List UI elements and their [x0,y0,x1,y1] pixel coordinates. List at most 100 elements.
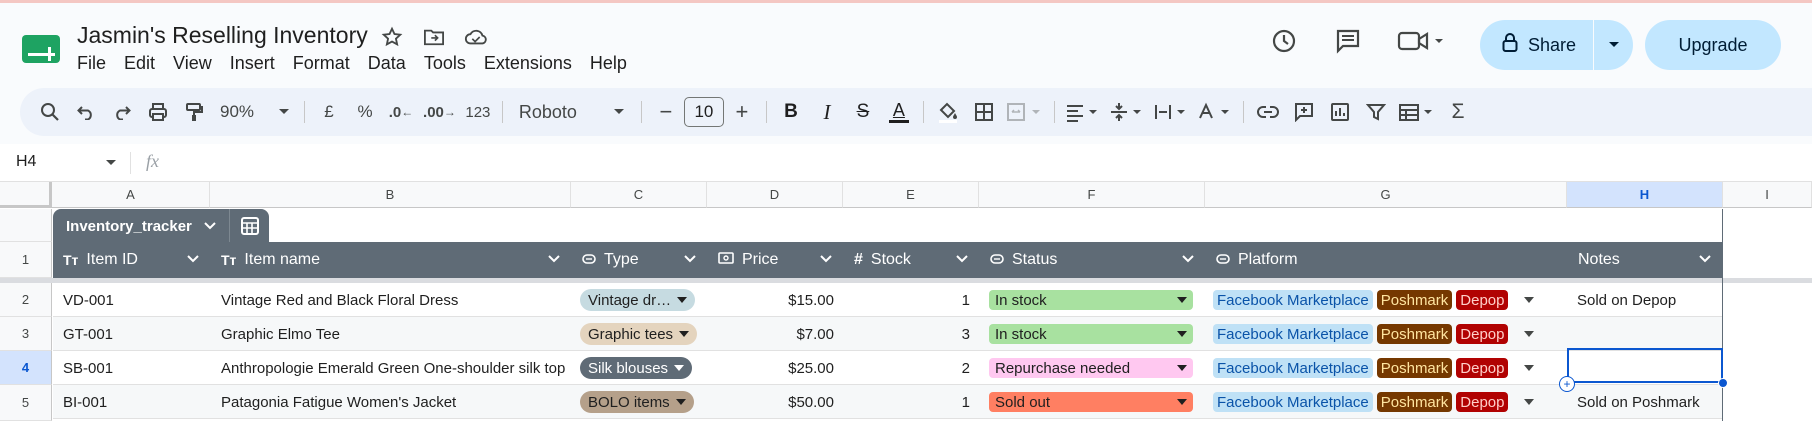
status-cell[interactable]: In stock [989,283,1193,317]
platform-chip-poshmark[interactable]: Poshmark [1376,324,1453,344]
name-box[interactable]: H4 [16,153,36,171]
comments-icon[interactable] [1332,25,1364,57]
print-icon[interactable] [140,94,176,130]
type-cell[interactable]: BOLO items [580,385,694,419]
functions-button[interactable]: Σ [1440,94,1476,130]
insert-link-icon[interactable] [1250,94,1286,130]
share-button[interactable]: Share [1480,20,1633,70]
menu-tools[interactable]: Tools [424,53,475,74]
platform-chip-facebook[interactable]: Facebook Marketplace [1213,324,1373,344]
cloud-status-icon[interactable] [464,25,488,49]
horizontal-align-icon[interactable] [1061,94,1105,130]
type-chip[interactable]: Vintage dr… [580,289,696,311]
status-cell[interactable]: Repurchase needed [989,351,1193,385]
type-chip[interactable]: Graphic tees [580,323,698,345]
column-header-b[interactable]: B [210,182,571,208]
star-icon[interactable] [380,25,404,49]
name-box-caret-icon[interactable] [105,154,117,172]
header-platform[interactable]: Platform [1206,242,1568,278]
item-id-cell[interactable]: VD-001 [63,283,114,317]
platform-chip-depop[interactable]: Depop [1456,358,1509,378]
decrease-decimal-button[interactable]: .0 ← [383,94,419,130]
version-history-icon[interactable] [1268,25,1300,57]
header-chevron-icon[interactable] [548,255,560,263]
type-cell[interactable]: Silk blouses [580,351,693,385]
share-options-caret-icon[interactable] [1594,41,1633,49]
row-header-1[interactable]: 1 [0,242,52,278]
row-header-4[interactable]: 4 [0,351,52,385]
header-chevron-icon[interactable] [684,255,696,263]
selected-cell-h4[interactable] [1567,348,1723,383]
column-header-f[interactable]: F [979,182,1205,208]
fill-color-icon[interactable] [930,94,966,130]
search-menus-icon[interactable] [32,94,68,130]
meet-icon[interactable] [1396,25,1446,57]
insert-chart-icon[interactable] [1322,94,1358,130]
header-stock[interactable]: # Stock [844,242,980,278]
type-cell[interactable]: Vintage dr… [580,283,696,317]
borders-icon[interactable] [966,94,1002,130]
paint-format-icon[interactable] [176,94,212,130]
status-chip[interactable]: In stock [989,290,1193,310]
number-format-button[interactable]: 123 [460,94,496,130]
price-cell[interactable]: $7.00 [708,317,834,351]
type-chip[interactable]: Silk blouses [580,357,693,379]
menu-view[interactable]: View [173,53,221,74]
column-header-g[interactable]: G [1205,182,1567,208]
vertical-align-icon[interactable] [1105,94,1149,130]
platform-chip-poshmark[interactable]: Poshmark [1376,358,1453,378]
table-name-tab[interactable]: Inventory_tracker [53,209,269,243]
increase-decimal-button[interactable]: .00 → [419,94,460,130]
column-header-h[interactable]: H [1567,182,1723,208]
notes-cell[interactable]: Sold on Depop [1577,283,1676,317]
italic-button[interactable]: I [809,94,845,130]
fill-handle[interactable] [1718,378,1728,388]
undo-icon[interactable] [68,94,104,130]
menu-help[interactable]: Help [590,53,636,74]
stock-cell[interactable]: 3 [844,317,970,351]
status-cell[interactable]: Sold out [989,385,1193,419]
header-chevron-icon[interactable] [1182,255,1194,263]
menu-insert[interactable]: Insert [230,53,284,74]
text-rotation-icon[interactable] [1193,94,1237,130]
price-cell[interactable]: $25.00 [708,351,834,385]
column-header-a[interactable]: A [52,182,210,208]
header-notes[interactable]: Notes [1568,242,1723,278]
table-menu-chevron-icon[interactable] [204,222,216,230]
currency-format-button[interactable]: £ [311,94,347,130]
column-header-c[interactable]: C [571,182,707,208]
price-cell[interactable]: $15.00 [708,283,834,317]
item-id-cell[interactable]: SB-001 [63,351,113,385]
platform-chip-facebook[interactable]: Facebook Marketplace [1213,290,1373,310]
stock-cell[interactable]: 2 [844,351,970,385]
zoom-select[interactable]: 90% [212,94,298,130]
type-cell[interactable]: Graphic tees [580,317,698,351]
platform-chip-depop[interactable]: Depop [1456,290,1509,310]
platform-chip-facebook[interactable]: Facebook Marketplace [1213,392,1373,412]
platform-caret-icon[interactable] [1524,297,1535,303]
table-views-icon[interactable] [1394,94,1440,130]
platform-chip-poshmark[interactable]: Poshmark [1376,290,1453,310]
item-id-cell[interactable]: BI-001 [63,385,107,419]
header-status[interactable]: Status [980,242,1206,278]
menu-edit[interactable]: Edit [124,53,164,74]
status-chip[interactable]: In stock [989,324,1193,344]
merge-cells-icon[interactable] [1002,94,1048,130]
bold-button[interactable]: B [773,94,809,130]
item-name-cell[interactable]: Graphic Elmo Tee [221,317,340,351]
column-header-e[interactable]: E [843,182,979,208]
item-name-cell[interactable]: Anthropologie Emerald Green One-shoulder… [221,351,565,385]
platform-caret-icon[interactable] [1524,399,1535,405]
platform-cell[interactable]: Facebook Marketplace Poshmark Depop [1213,351,1535,385]
redo-icon[interactable] [104,94,140,130]
platform-chip-facebook[interactable]: Facebook Marketplace [1213,358,1373,378]
header-item-name[interactable]: Tт Item name [211,242,572,278]
menu-extensions[interactable]: Extensions [484,53,581,74]
platform-cell[interactable]: Facebook Marketplace Poshmark Depop [1213,317,1535,351]
header-chevron-icon[interactable] [956,255,968,263]
platform-chip-depop[interactable]: Depop [1456,392,1509,412]
upgrade-button[interactable]: Upgrade [1645,20,1781,70]
menu-file[interactable]: File [77,53,115,74]
header-chevron-icon[interactable] [820,255,832,263]
table-calculator-icon[interactable] [230,216,269,236]
